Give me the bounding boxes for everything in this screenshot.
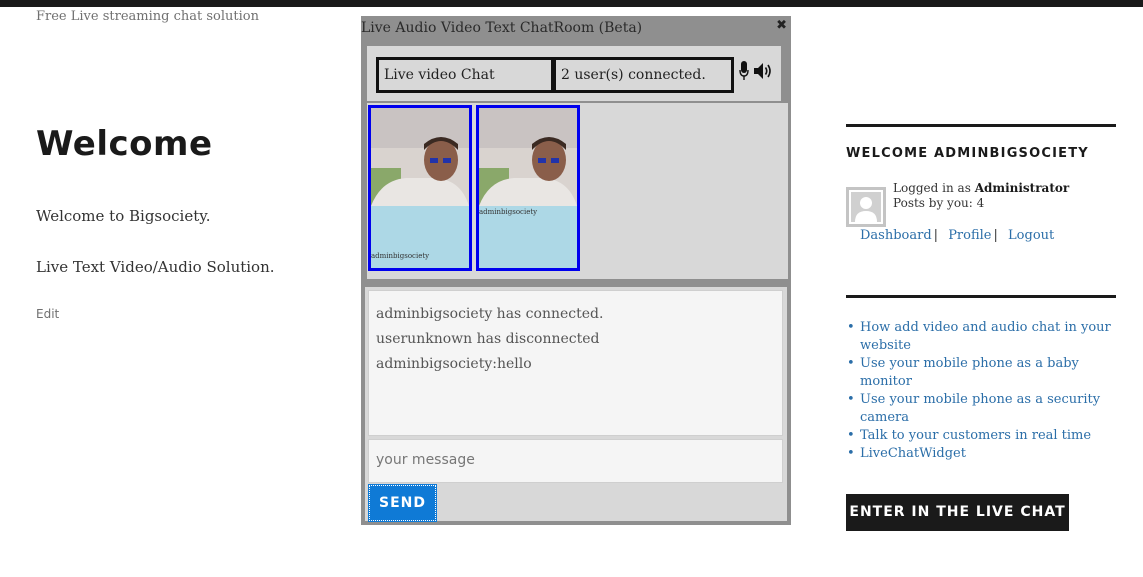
enter-live-chat-button[interactable]: ENTER IN THE LIVE CHAT [846, 494, 1069, 531]
message-log[interactable]: adminbigsociety has connected. userunkno… [368, 290, 783, 436]
description-paragraph: Live Text Video/Audio Solution. [36, 258, 275, 276]
post-link[interactable]: Talk to your customers in real time [847, 427, 1128, 445]
dashboard-link[interactable]: Dashboard [860, 228, 932, 243]
logout-link[interactable]: Logout [1008, 228, 1054, 243]
chat-header-panel: Live video Chat 2 user(s) connected. [367, 46, 781, 101]
close-icon[interactable]: ✖ [776, 18, 787, 33]
chat-window: Live Audio Video Text ChatRoom (Beta) ✖ … [361, 16, 791, 525]
posts-count: Posts by you: 4 [893, 196, 985, 210]
chat-window-title: Live Audio Video Text ChatRoom (Beta) [361, 20, 643, 36]
chat-message: adminbigsociety:hello [376, 356, 532, 372]
widget-divider [846, 124, 1116, 127]
post-link[interactable]: LiveChatWidget [847, 445, 1128, 463]
video-tile-label: adminbigsociety [371, 252, 430, 260]
users-connected-status: 2 user(s) connected. [553, 57, 734, 93]
intro-paragraph: Welcome to Bigsociety. [36, 207, 211, 225]
chat-message: userunknown has disconnected [376, 331, 600, 347]
user-role: Administrator [974, 181, 1070, 195]
link-separator: | [933, 228, 939, 243]
webcam-feed-image [371, 108, 469, 206]
video-area: adminbigsociety adminbigsociety [367, 103, 788, 279]
avatar [846, 187, 886, 227]
microphone-icon[interactable] [739, 61, 749, 81]
room-name: Live video Chat [376, 57, 554, 93]
link-separator: | [993, 228, 998, 243]
message-input[interactable]: your message [368, 439, 783, 483]
post-link[interactable]: Use your mobile phone as a security came… [847, 391, 1128, 427]
account-links: Dashboard | Profile | Logout [860, 228, 1054, 243]
message-panel-inner: adminbigsociety has connected. userunkno… [365, 287, 787, 522]
site-tagline: Free Live streaming chat solution [36, 9, 259, 24]
chat-message: adminbigsociety has connected. [376, 306, 604, 322]
video-tile[interactable]: adminbigsociety [476, 105, 580, 271]
send-button[interactable]: SEND [368, 484, 437, 522]
message-panel: adminbigsociety has connected. userunkno… [361, 283, 791, 525]
page-title: Welcome [36, 124, 213, 164]
logged-in-info: Logged in as Administrator Posts by you:… [893, 181, 1069, 211]
top-bar [0, 0, 1143, 7]
post-link[interactable]: Use your mobile phone as a baby monitor [847, 355, 1128, 391]
video-tile[interactable]: adminbigsociety [368, 105, 472, 271]
widget-title: WELCOME ADMINBIGSOCIETY [846, 146, 1089, 161]
profile-link[interactable]: Profile [948, 228, 991, 243]
recent-posts-list: How add video and audio chat in your web… [846, 319, 1128, 463]
webcam-feed-image [479, 108, 577, 206]
post-link[interactable]: How add video and audio chat in your web… [847, 319, 1128, 355]
widget-divider [846, 295, 1116, 298]
logged-in-prefix: Logged in as [893, 181, 971, 195]
speaker-icon[interactable] [753, 61, 773, 81]
edit-link[interactable]: Edit [36, 307, 59, 321]
video-tile-label: adminbigsociety [479, 208, 538, 216]
